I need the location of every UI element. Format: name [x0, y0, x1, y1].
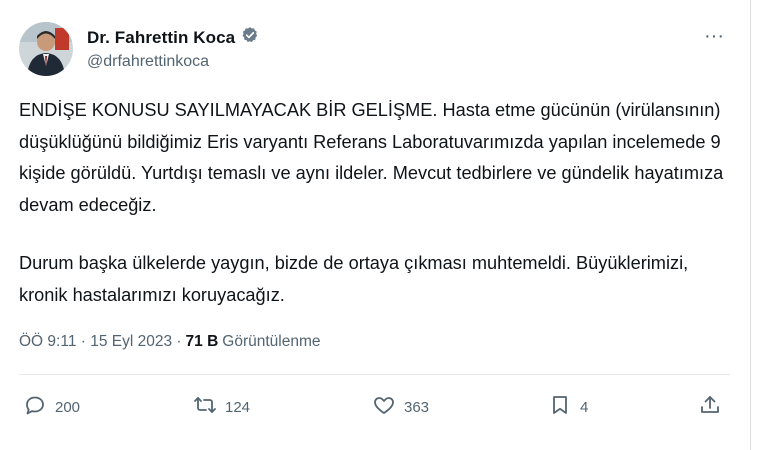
bookmark-icon — [548, 393, 572, 421]
retweet-button[interactable]: 124 — [193, 393, 250, 421]
reply-icon — [23, 393, 47, 421]
tweet-card: Dr. Fahrettin Koca @drfahrettinkoca ··· … — [0, 0, 751, 450]
timestamp[interactable]: ÖÖ 9:11 · 15 Eyl 2023 · — [19, 333, 182, 351]
author-name[interactable]: Dr. Fahrettin Koca — [87, 28, 235, 48]
reply-button[interactable]: 200 — [23, 393, 80, 421]
retweet-count: 124 — [225, 398, 251, 416]
share-button[interactable] — [698, 393, 722, 421]
tweet-paragraph-2: Durum başka ülkelerde yaygın, bizde de o… — [19, 253, 689, 305]
share-icon — [698, 393, 722, 421]
divider — [19, 374, 730, 375]
retweet-icon — [193, 393, 217, 421]
author-handle[interactable]: @drfahrettinkoca — [87, 53, 209, 71]
tweet-header: Dr. Fahrettin Koca @drfahrettinkoca ··· — [19, 22, 730, 82]
bookmark-count: 4 — [580, 398, 589, 416]
heart-icon — [372, 393, 396, 421]
tweet-meta: ÖÖ 9:11 · 15 Eyl 2023 · 71 B Görüntülenm… — [19, 333, 321, 351]
views-label: Görüntülenme — [222, 333, 321, 350]
tweet-paragraph-1: ENDİŞE KONUSU SAYILMAYACAK BİR GELİŞME. … — [19, 100, 724, 215]
bookmark-button[interactable]: 4 — [548, 393, 588, 421]
tweet-actions: 200 124 363 4 — [19, 393, 730, 427]
tweet-text: ENDİŞE KONUSU SAYILMAYACAK BİR GELİŞME. … — [19, 95, 739, 311]
like-button[interactable]: 363 — [372, 393, 429, 421]
verified-badge-icon — [241, 26, 259, 49]
more-options-button[interactable]: ··· — [698, 22, 730, 50]
like-count: 363 — [404, 398, 430, 416]
reply-count: 200 — [55, 398, 81, 416]
author-name-row: Dr. Fahrettin Koca — [87, 26, 259, 49]
views-count: 71 B — [185, 333, 219, 350]
avatar[interactable] — [19, 22, 73, 76]
